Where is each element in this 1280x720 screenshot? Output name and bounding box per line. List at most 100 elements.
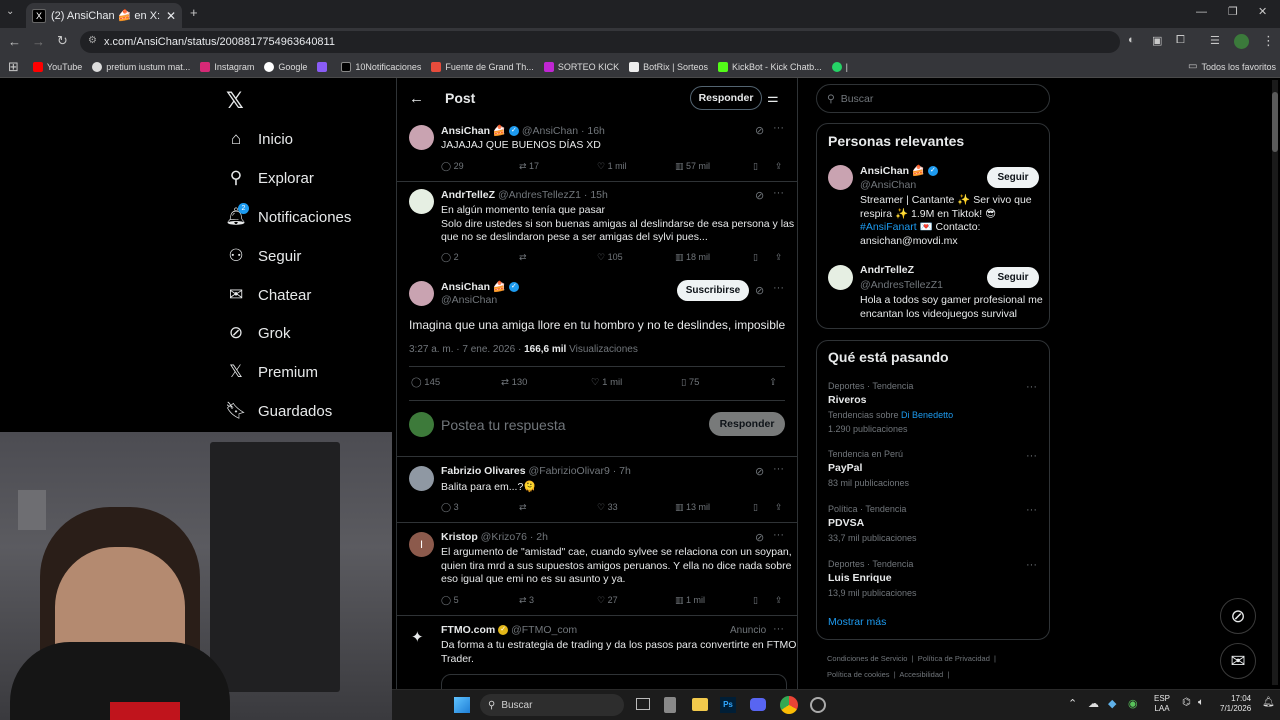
header-reply-button[interactable]: Responder: [690, 86, 762, 110]
avatar[interactable]: [828, 165, 853, 190]
author-name[interactable]: AnsiChan 🍰: [441, 281, 506, 293]
bookmark-item[interactable]: BotRix | Sorteos: [629, 61, 708, 72]
bookmark-item[interactable]: Google: [264, 61, 307, 72]
task-view-icon[interactable]: [636, 698, 650, 710]
nav-seguir[interactable]: ⚇ Seguir: [226, 241, 301, 271]
bookmark-item[interactable]: Fuente de Grand Th...: [431, 61, 534, 72]
close-tab-icon[interactable]: ✕: [166, 9, 176, 23]
reload-icon[interactable]: ↻: [57, 33, 68, 49]
reading-list-icon[interactable]: ☰: [1210, 34, 1220, 47]
extension-icon[interactable]: ◐: [1128, 34, 1135, 46]
reply-action[interactable]: ◯ 2: [441, 252, 459, 263]
follow-button[interactable]: Seguir: [987, 167, 1039, 188]
more-icon[interactable]: ···: [773, 623, 784, 635]
views-action[interactable]: ▥ 13 mil: [675, 502, 710, 513]
language-indicator[interactable]: ESP LAA: [1154, 694, 1170, 714]
nav-chatear[interactable]: ✉ Chatear: [226, 280, 312, 310]
footer-link[interactable]: Política de cookies: [827, 670, 890, 679]
person-handle[interactable]: @AndresTellezZ1: [860, 279, 943, 291]
more-icon[interactable]: ···: [773, 187, 784, 199]
retweet-action[interactable]: ⇄ 17: [519, 161, 539, 172]
like-action[interactable]: ♡ 33: [597, 502, 618, 513]
new-tab-icon[interactable]: +: [190, 5, 198, 20]
bookmark-icon[interactable]: ▯: [753, 252, 758, 263]
bookmark-action[interactable]: ▯ 75: [681, 377, 699, 388]
taskbar-search[interactable]: ⚲ Buscar: [480, 694, 624, 716]
bookmark-item[interactable]: SORTEO KICK: [543, 61, 619, 72]
author-handle[interactable]: @Krizo76 · 2h: [481, 531, 548, 543]
share-icon[interactable]: ⇪: [775, 161, 783, 172]
volume-icon[interactable]: 🔈︎: [1198, 697, 1204, 708]
user-avatar[interactable]: [409, 412, 434, 437]
show-more-link[interactable]: Mostrar más: [828, 616, 886, 628]
nav-explorar[interactable]: ⚲ Explorar: [226, 163, 314, 193]
footer-link[interactable]: Política de Privacidad: [918, 654, 990, 663]
bookmark-item[interactable]: |: [831, 61, 848, 72]
author-name[interactable]: Kristop: [441, 531, 478, 543]
browser-tab[interactable]: X (2) AnsiChan 🍰 en X: "@Andre ✕: [26, 3, 182, 28]
filter-icon[interactable]: ⚌: [767, 90, 779, 106]
all-bookmarks[interactable]: ▭ Todos los favoritos: [1188, 61, 1276, 72]
avatar[interactable]: [409, 281, 434, 306]
avatar[interactable]: I: [409, 532, 434, 557]
follow-button[interactable]: Seguir: [987, 267, 1039, 288]
author-name[interactable]: AnsiChan 🍰: [441, 125, 506, 137]
reply-submit-button[interactable]: Responder: [709, 412, 785, 436]
avatar[interactable]: [409, 466, 434, 491]
nav-guardados[interactable]: 🔖︎ Guardados: [225, 396, 332, 426]
more-icon[interactable]: ···: [1026, 504, 1037, 516]
more-icon[interactable]: ···: [1026, 559, 1037, 571]
reply-action[interactable]: ◯ 5: [441, 595, 459, 606]
scrollbar-thumb[interactable]: [1272, 92, 1278, 152]
extension-icon[interactable]: ▣: [1152, 34, 1162, 47]
avatar[interactable]: [409, 189, 434, 214]
forward-icon[interactable]: →: [32, 34, 45, 49]
clock[interactable]: 17:04 7/1/2026: [1220, 694, 1251, 714]
grok-icon[interactable]: ⊘: [755, 124, 764, 137]
person-name[interactable]: AndrTelleZ: [860, 264, 914, 276]
retweet-action[interactable]: ⇄ 3: [519, 595, 534, 606]
like-action[interactable]: ♡ 27: [597, 595, 618, 606]
grok-icon[interactable]: ⊘: [755, 189, 764, 202]
bookmark-item[interactable]: [317, 61, 331, 72]
avatar[interactable]: [409, 125, 434, 150]
nav-notificaciones[interactable]: 🔔︎ 2 Notificaciones: [225, 202, 351, 232]
trend-item[interactable]: Tendencia en Perú PayPal 83 mil publicaci…: [828, 449, 909, 488]
reply-action[interactable]: ◯ 3: [441, 502, 459, 513]
chrome-icon[interactable]: [780, 696, 798, 714]
discord-icon[interactable]: [750, 698, 766, 711]
windows-start-icon[interactable]: [454, 697, 470, 713]
tray-icon[interactable]: ◆: [1108, 697, 1116, 710]
like-action[interactable]: ♡ 1 mil: [591, 377, 622, 388]
back-icon[interactable]: ←: [8, 34, 21, 49]
views-action[interactable]: ▥ 1 mil: [675, 595, 705, 606]
nav-grok[interactable]: ⊘ Grok: [226, 318, 291, 348]
more-icon[interactable]: ···: [773, 463, 784, 475]
address-bar[interactable]: ⚙ x.com/AnsiChan/status/2008817754963640…: [80, 31, 1120, 53]
extensions-puzzle-icon[interactable]: ⧠: [1176, 34, 1185, 47]
author-name[interactable]: Fabrizio Olivares: [441, 465, 526, 477]
author-name[interactable]: FTMO.com: [441, 624, 495, 636]
retweet-action[interactable]: ⇄ 130: [501, 377, 527, 388]
share-icon[interactable]: ⇪: [775, 595, 783, 606]
network-icon[interactable]: ⌬: [1182, 697, 1191, 708]
app-icon[interactable]: [664, 697, 676, 713]
search-input[interactable]: ⚲ Buscar: [816, 84, 1050, 113]
grok-icon[interactable]: ⊘: [755, 465, 764, 478]
author-handle[interactable]: @AnsiChan · 16h: [522, 125, 605, 137]
views-action[interactable]: ▥ 18 mil: [675, 252, 710, 263]
bookmark-item[interactable]: pretium iustum mat...: [92, 61, 190, 72]
author-handle[interactable]: @AndresTellezZ1 · 15h: [498, 189, 608, 201]
x-logo-icon[interactable]: 𝕏: [226, 88, 244, 114]
notifications-icon[interactable]: 🔔︎: [1262, 697, 1275, 708]
retweet-action[interactable]: ⇄: [519, 252, 527, 263]
more-icon[interactable]: ···: [1026, 381, 1037, 393]
trend-item[interactable]: Deportes · Tendencia Riveros Tendencias s…: [828, 381, 953, 434]
like-action[interactable]: ♡ 105: [597, 252, 623, 263]
file-explorer-icon[interactable]: [692, 698, 708, 711]
bookmark-item[interactable]: KickBot - Kick Chatb...: [718, 61, 822, 72]
trend-item[interactable]: Deportes · Tendencia Luis Enrique 13,9 mi…: [828, 559, 917, 598]
messages-fab-icon[interactable]: ✉: [1220, 643, 1256, 679]
more-icon[interactable]: ···: [773, 282, 784, 294]
footer-link[interactable]: Condiciones de Servicio: [827, 654, 907, 663]
